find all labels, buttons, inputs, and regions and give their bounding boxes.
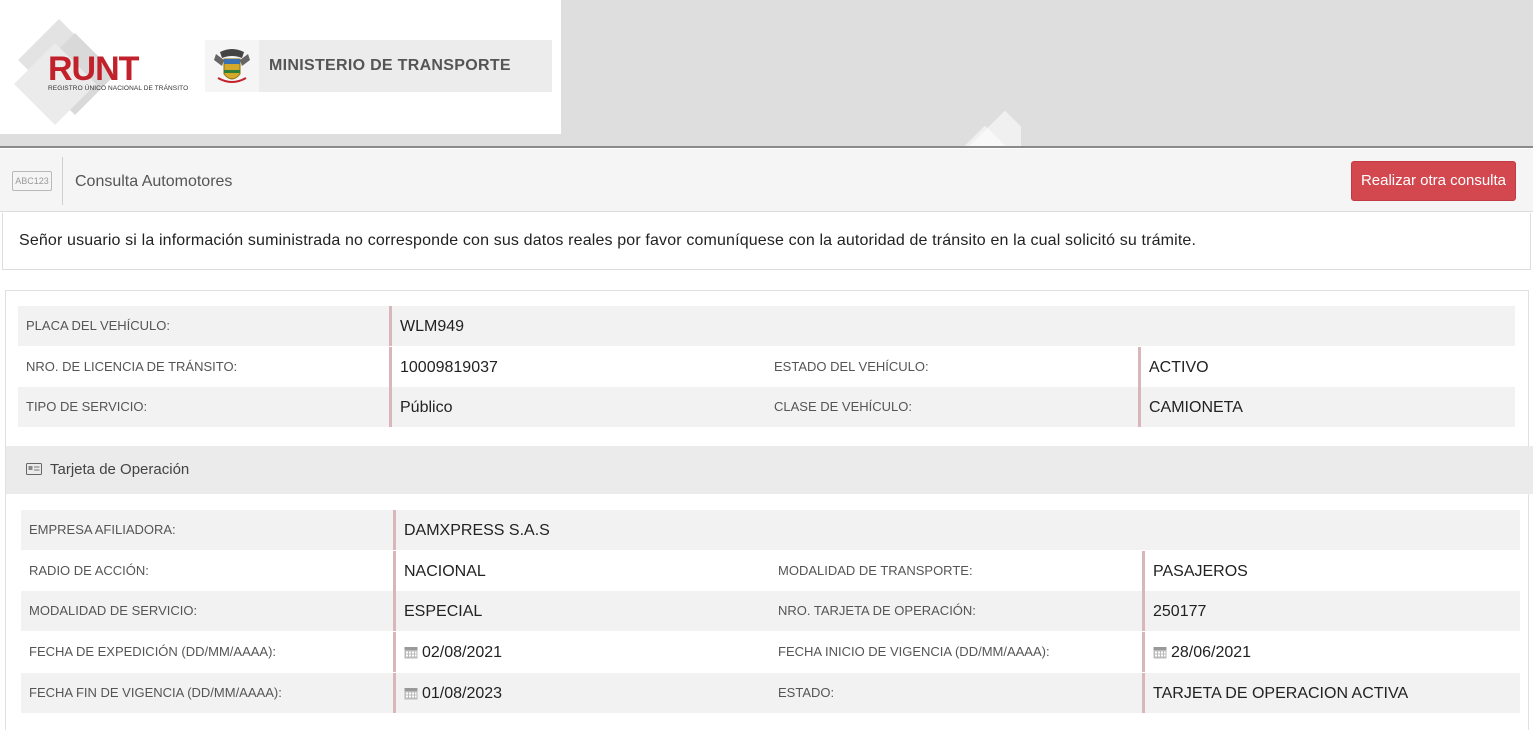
issue-date-wrap: 02/08/2021 bbox=[404, 632, 502, 672]
notice-text: Señor usuario si la información suminist… bbox=[19, 232, 1197, 249]
transport-mode-cell: PASAJEROS bbox=[1142, 551, 1520, 591]
calendar-icon bbox=[404, 688, 418, 700]
ministry-text: MINISTERIO DE TRANSPORTE bbox=[269, 57, 511, 74]
radius-label: RADIO DE ACCIÓN: bbox=[29, 563, 149, 578]
page: RUNT REGISTRO ÚNICO NACIONAL DE TRÁNSITO… bbox=[0, 0, 1533, 733]
start-date-cell: 28/06/2021 bbox=[1142, 632, 1520, 672]
page-title: Consulta Automotores bbox=[75, 173, 233, 190]
query-toolbar: ABC123 Consulta Automotores Realizar otr… bbox=[0, 149, 1533, 212]
table-row: TIPO DE SERVICIO: Público CLASE DE VEHÍC… bbox=[18, 387, 1515, 427]
transport-mode-value: PASAJEROS bbox=[1153, 563, 1248, 580]
header-divider bbox=[0, 146, 1533, 148]
card-state-value: TARJETA DE OPERACION ACTIVA bbox=[1153, 685, 1409, 702]
table-row: NRO. DE LICENCIA DE TRÁNSITO: 1000981903… bbox=[18, 347, 1515, 387]
vehicle-status-cell: ACTIVO bbox=[1138, 347, 1515, 387]
runt-logo[interactable]: RUNT REGISTRO ÚNICO NACIONAL DE TRÁNSITO bbox=[13, 18, 193, 126]
section-title: Tarjeta de Operación bbox=[50, 461, 190, 478]
calendar-icon bbox=[404, 647, 418, 659]
company-cell: DAMXPRESS S.A.S bbox=[393, 510, 1520, 550]
table-row: FECHA FIN DE VIGENCIA (DD/MM/AAAA): 01/0… bbox=[21, 673, 1520, 713]
operation-card-section-header[interactable]: Tarjeta de Operación bbox=[6, 446, 1533, 494]
end-date-wrap: 01/08/2023 bbox=[404, 673, 502, 713]
banner-decoration bbox=[945, 98, 1021, 148]
license-plate-icon: ABC123 bbox=[12, 171, 52, 191]
card-number-label: NRO. TARJETA DE OPERACIÓN: bbox=[778, 603, 976, 618]
id-card-icon bbox=[26, 463, 42, 475]
calendar-icon bbox=[1153, 647, 1167, 659]
table-row: MODALIDAD DE SERVICIO: ESPECIAL NRO. TAR… bbox=[21, 591, 1520, 631]
service-type-label: TIPO DE SERVICIO: bbox=[26, 399, 148, 414]
header-banner: RUNT REGISTRO ÚNICO NACIONAL DE TRÁNSITO… bbox=[0, 0, 1533, 148]
issue-date-value: 02/08/2021 bbox=[422, 644, 503, 661]
license-cell: 10009819037 bbox=[389, 347, 759, 387]
plate-label: PLACA DEL VEHÍCULO: bbox=[26, 318, 171, 333]
user-notice: Señor usuario si la información suminist… bbox=[2, 213, 1531, 270]
vehicle-class-cell: CAMIONETA bbox=[1138, 387, 1515, 427]
runt-logo-text: RUNT bbox=[48, 50, 139, 88]
end-date-label: FECHA FIN DE VIGENCIA (DD/MM/AAAA): bbox=[29, 685, 282, 700]
vehicle-status-label: ESTADO DEL VEHÍCULO: bbox=[774, 359, 929, 374]
service-type-cell: Público bbox=[389, 387, 759, 427]
end-date-cell: 01/08/2023 bbox=[393, 673, 763, 713]
runt-logo-subtitle: REGISTRO ÚNICO NACIONAL DE TRÁNSITO bbox=[48, 85, 189, 92]
license-value: 10009819037 bbox=[400, 359, 498, 376]
new-query-button[interactable]: Realizar otra consulta bbox=[1351, 161, 1516, 201]
transport-mode-label: MODALIDAD DE TRANSPORTE: bbox=[778, 563, 973, 578]
company-label: EMPRESA AFILIADORA: bbox=[29, 522, 176, 537]
issue-date-label: FECHA DE EXPEDICIÓN (DD/MM/AAAA): bbox=[29, 644, 277, 659]
plate-cell: WLM949 bbox=[389, 306, 1515, 346]
table-row: EMPRESA AFILIADORA: DAMXPRESS S.A.S bbox=[21, 510, 1520, 550]
company-value: DAMXPRESS S.A.S bbox=[404, 522, 550, 539]
colombia-coat-of-arms-icon bbox=[205, 40, 259, 92]
radius-cell: NACIONAL bbox=[393, 551, 763, 591]
service-type-value: Público bbox=[400, 399, 453, 416]
table-row: RADIO DE ACCIÓN: NACIONAL MODALIDAD DE T… bbox=[21, 551, 1520, 591]
card-state-cell: TARJETA DE OPERACION ACTIVA bbox=[1142, 673, 1520, 713]
table-row: FECHA DE EXPEDICIÓN (DD/MM/AAAA): 02/08/… bbox=[21, 632, 1520, 672]
license-label: NRO. DE LICENCIA DE TRÁNSITO: bbox=[26, 359, 238, 374]
issue-date-cell: 02/08/2021 bbox=[393, 632, 763, 672]
vehicle-status-value: ACTIVO bbox=[1149, 359, 1209, 376]
vehicle-class-value: CAMIONETA bbox=[1149, 399, 1243, 416]
plate-value: WLM949 bbox=[400, 318, 465, 335]
card-number-cell: 250177 bbox=[1142, 591, 1520, 631]
start-date-label: FECHA INICIO DE VIGENCIA (DD/MM/AAAA): bbox=[778, 644, 1050, 659]
service-mode-label: MODALIDAD DE SERVICIO: bbox=[29, 603, 198, 618]
vehicle-class-label: CLASE DE VEHÍCULO: bbox=[774, 399, 912, 414]
radius-value: NACIONAL bbox=[404, 563, 486, 580]
end-date-value: 01/08/2023 bbox=[422, 685, 503, 702]
toolbar-separator bbox=[62, 157, 63, 205]
start-date-wrap: 28/06/2021 bbox=[1153, 632, 1251, 672]
service-mode-cell: ESPECIAL bbox=[393, 591, 763, 631]
service-mode-value: ESPECIAL bbox=[404, 603, 483, 620]
ministry-logo[interactable]: MINISTERIO DE TRANSPORTE bbox=[205, 40, 552, 92]
card-number-value: 250177 bbox=[1153, 603, 1207, 620]
card-state-label: ESTADO: bbox=[778, 685, 835, 700]
table-row: PLACA DEL VEHÍCULO: WLM949 bbox=[18, 306, 1515, 346]
start-date-value: 28/06/2021 bbox=[1171, 644, 1252, 661]
